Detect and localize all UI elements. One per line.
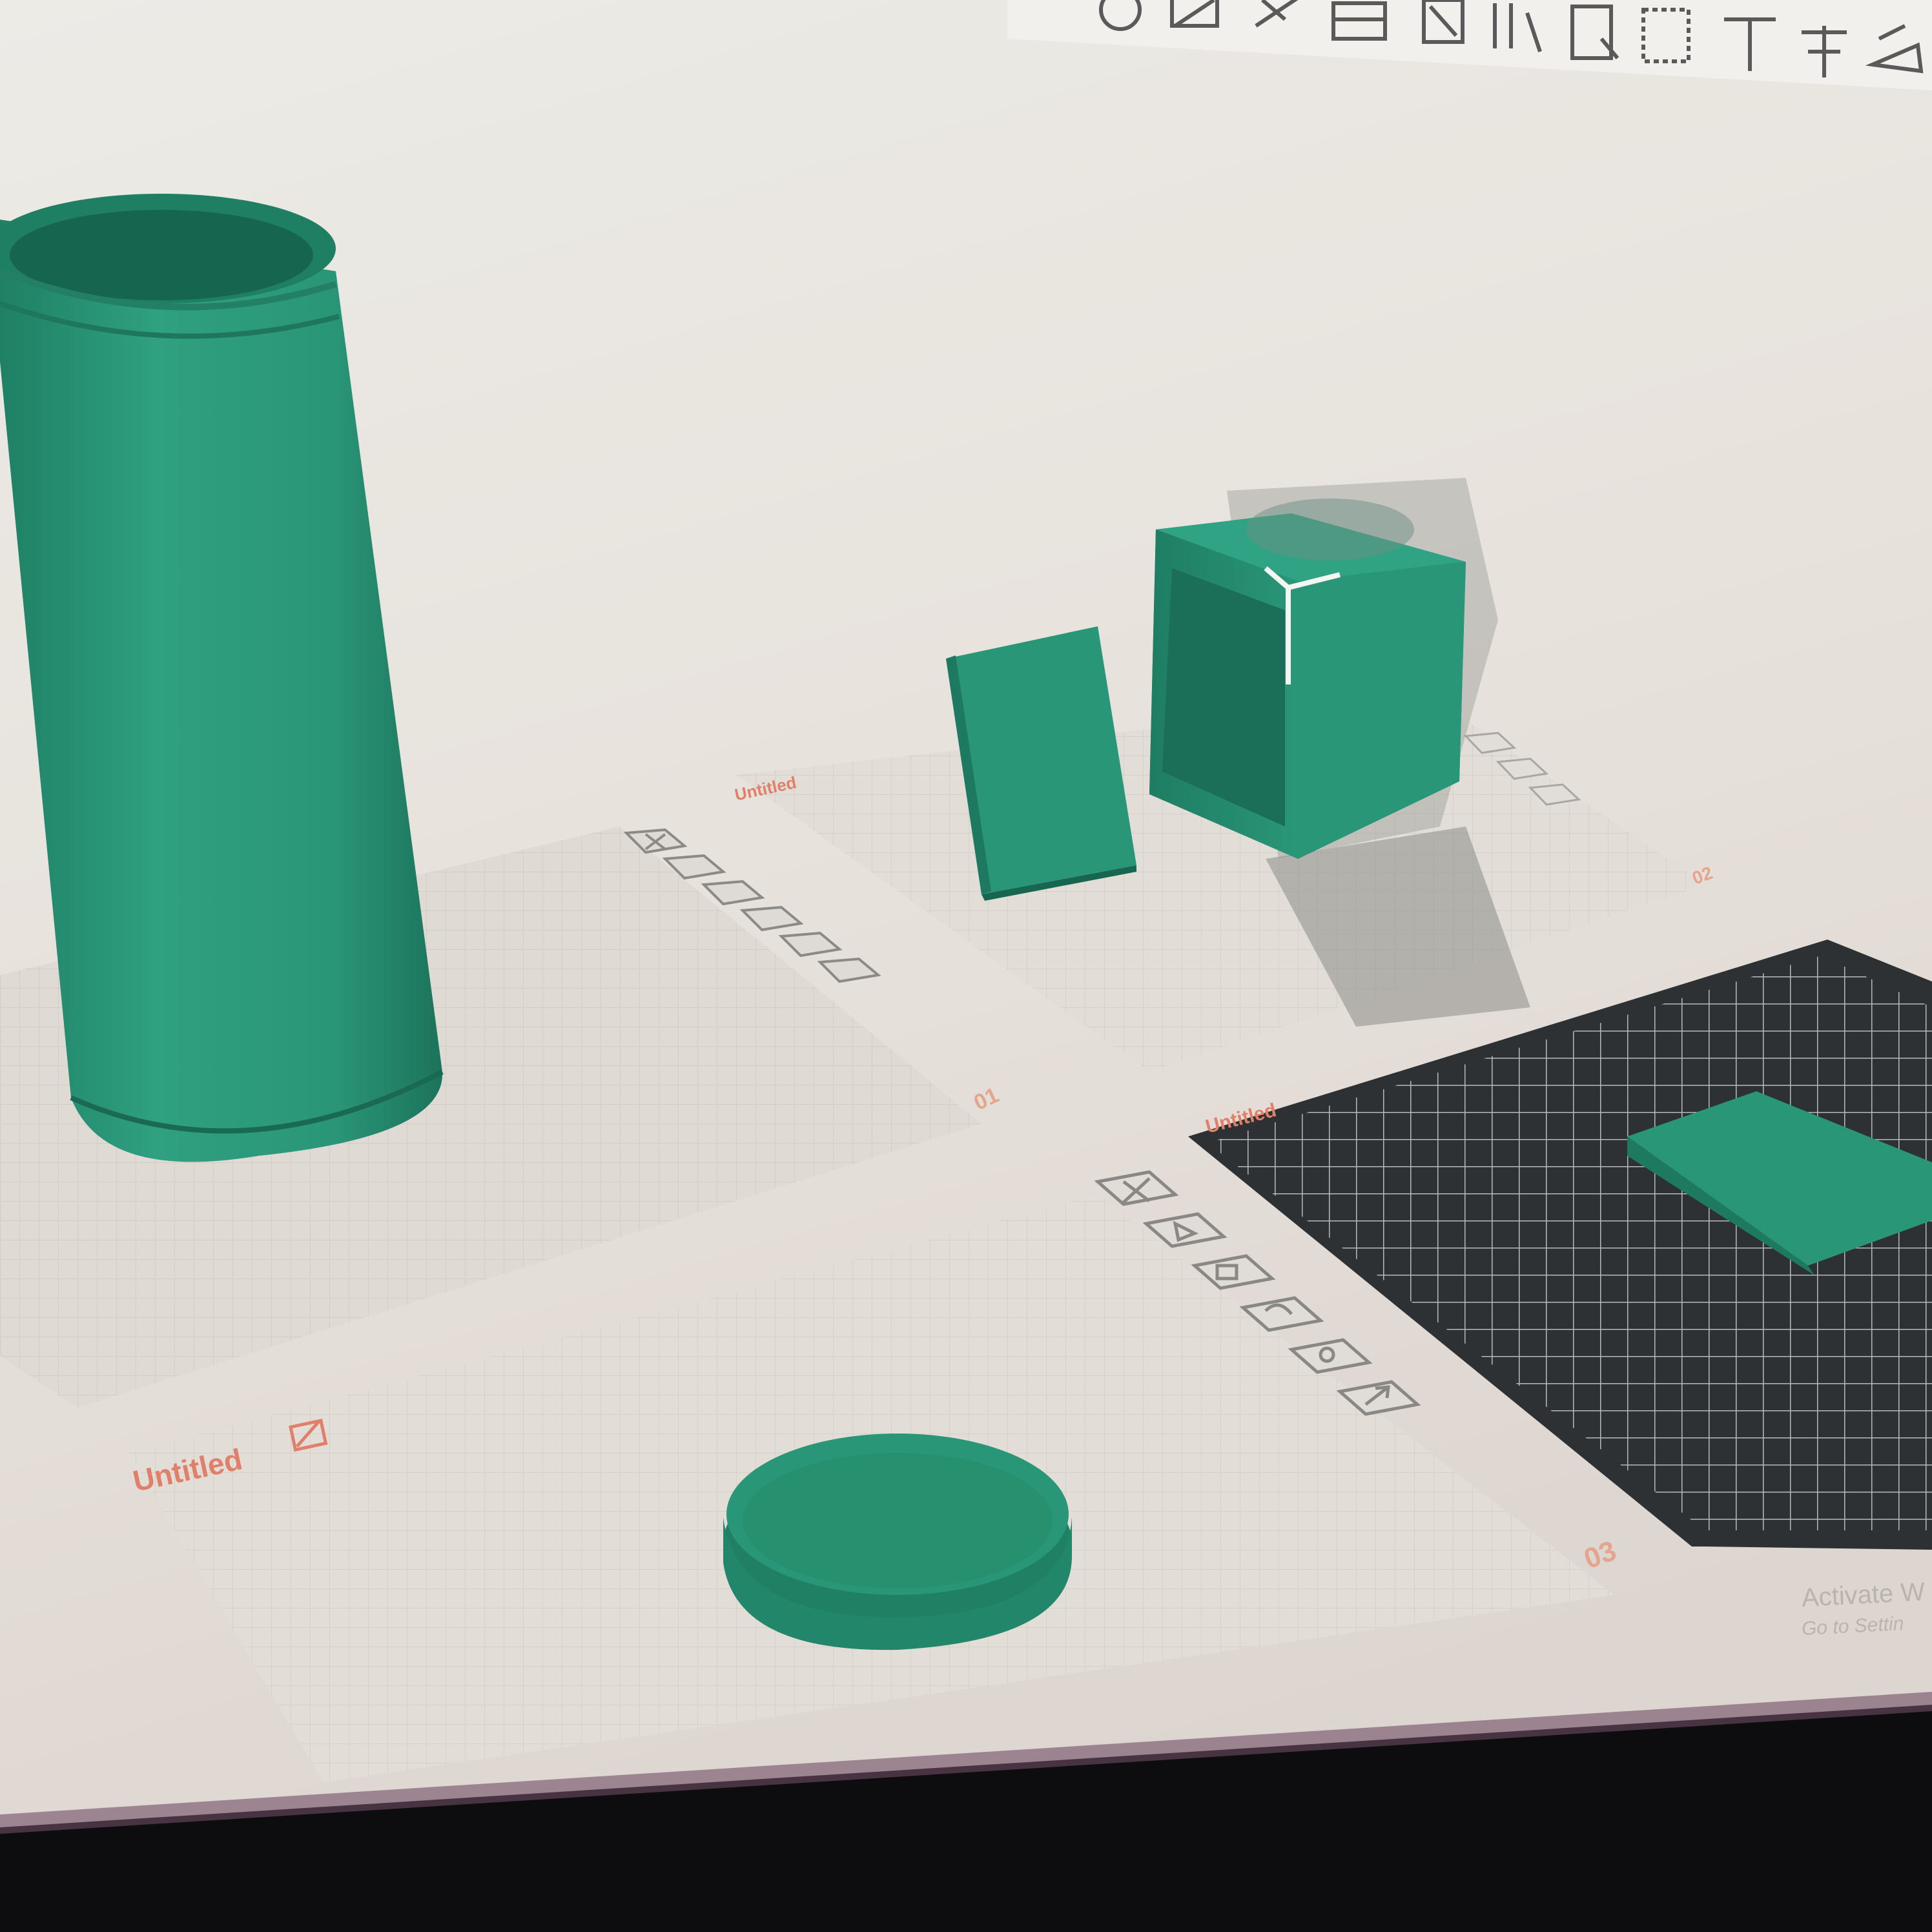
scene-canvas[interactable]: 01 Untitled 02 Untitled 03 Untitled: [0, 0, 1932, 1932]
model-lid[interactable]: [723, 1434, 1072, 1650]
3d-viewport[interactable]: 01 Untitled 02 Untitled 03 Untitled Acti…: [0, 0, 1932, 1932]
